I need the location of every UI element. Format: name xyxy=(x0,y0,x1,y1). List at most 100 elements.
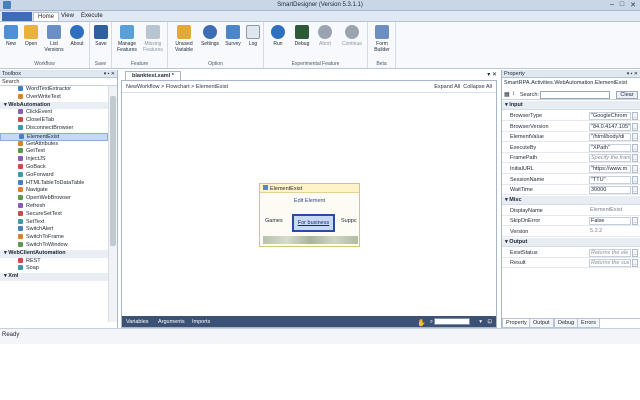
close-icon[interactable]: ▾ ✕ xyxy=(487,71,497,78)
property-value-input[interactable]: False xyxy=(589,217,631,226)
toolbox-item[interactable]: HTMLTableToDataTable xyxy=(0,180,108,188)
toolbox-category[interactable]: ▾ WebClientAutomation xyxy=(0,249,108,258)
toolbox-item[interactable]: GoBack xyxy=(0,164,108,172)
run-button[interactable]: Run xyxy=(268,25,288,47)
toolbox-item[interactable]: ElementExist xyxy=(0,132,108,141)
save-button[interactable]: Save xyxy=(93,25,109,47)
imports-tab[interactable]: Imports xyxy=(192,319,210,325)
minimize-icon[interactable]: – xyxy=(610,1,614,9)
toolbox-item[interactable]: SecureSetText xyxy=(0,211,108,219)
toolbox-item[interactable]: OpenWebBrowser xyxy=(0,195,108,203)
abort-button[interactable]: Abort xyxy=(315,25,335,47)
log-button[interactable]: Log xyxy=(245,25,261,47)
survey-icon xyxy=(226,25,240,39)
property-value-input[interactable]: "84.0.4147.105" xyxy=(589,122,631,131)
new-button[interactable]: New xyxy=(2,25,20,47)
ellipsis-button[interactable]: ... xyxy=(632,175,638,184)
toolbox-item[interactable]: CloseIETab xyxy=(0,117,108,125)
zoom-icon[interactable]: ⌕ xyxy=(430,319,433,326)
tab-output[interactable]: Output xyxy=(529,319,554,328)
toolbox-item[interactable]: WordTextExtractor xyxy=(0,86,108,94)
scroll-thumb[interactable] xyxy=(110,96,116,246)
survey-button[interactable]: Survey xyxy=(223,25,243,47)
tab-errors[interactable]: Errors xyxy=(577,319,600,328)
property-section[interactable]: ▾ Misc xyxy=(502,195,640,205)
toolbox-scrollbar[interactable] xyxy=(108,86,117,322)
ellipsis-button[interactable]: ... xyxy=(632,122,638,131)
zoom-input[interactable] xyxy=(434,318,470,325)
toolbox-item[interactable]: SetText xyxy=(0,219,108,227)
breadcrumb[interactable]: NewWorkflow > Flowchart > ElementExist xyxy=(126,84,228,90)
ellipsis-button[interactable]: ... xyxy=(632,154,638,163)
property-value-input[interactable]: Returns the ele xyxy=(589,248,631,257)
designer-canvas[interactable]: ElementExist Edit Element Games For busi… xyxy=(122,92,496,317)
toolbox-item[interactable]: DisconnectBrowser xyxy=(0,125,108,133)
toolbox-search[interactable]: Search xyxy=(0,78,117,86)
toolbox-item[interactable]: Navigate xyxy=(0,187,108,195)
toolbox-item[interactable]: OverWriteText xyxy=(0,94,108,102)
toolbox-item[interactable]: SwitchToFrame xyxy=(0,234,108,242)
tab-property[interactable]: Property xyxy=(502,319,531,328)
continue-button[interactable]: Continue xyxy=(338,25,366,47)
pin-icon[interactable]: ▾ ▪ ✕ xyxy=(104,71,115,77)
missing-features-button[interactable]: Missing Features xyxy=(141,25,165,53)
property-section[interactable]: ▾ Input xyxy=(502,101,640,110)
property-value-input[interactable]: Specify the fram xyxy=(589,154,631,163)
pin-icon[interactable]: ▾ ▪ ✕ xyxy=(627,71,638,77)
variables-tab[interactable]: Variables xyxy=(126,319,149,325)
ellipsis-button[interactable]: ... xyxy=(632,143,638,152)
close-icon[interactable]: ✕ xyxy=(630,1,636,9)
ellipsis-button[interactable]: ... xyxy=(632,248,638,257)
toolbox-item[interactable]: SwitchAlert xyxy=(0,226,108,234)
property-value-input[interactable]: "https://www.m xyxy=(589,165,631,173)
form-builder-button[interactable]: Form Builder xyxy=(371,25,393,53)
toolbox-item[interactable]: Soap xyxy=(0,265,108,273)
toolbox-category[interactable]: ▾ Xml xyxy=(0,273,108,281)
manage-features-button[interactable]: Manage Features xyxy=(115,25,139,53)
ellipsis-button[interactable]: ... xyxy=(632,112,638,120)
property-value-input[interactable]: "TTU" xyxy=(589,175,631,184)
properties-search-input[interactable] xyxy=(540,91,610,99)
ellipsis-button[interactable]: ... xyxy=(632,186,638,195)
sort-az-icon[interactable]: ↕ xyxy=(512,91,515,97)
toolbox-item[interactable]: GoForward xyxy=(0,172,108,180)
toolbox-item[interactable]: GetText xyxy=(0,148,108,156)
open-button[interactable]: Open xyxy=(22,25,40,47)
property-value-input[interactable]: Returns the sus xyxy=(589,259,631,268)
property-section[interactable]: ▾ Output xyxy=(502,237,640,247)
arguments-tab[interactable]: Arguments xyxy=(158,319,185,325)
expand-all-link[interactable]: Expand All xyxy=(434,84,460,90)
debug-button[interactable]: Debug xyxy=(291,25,313,47)
toolbox-item[interactable]: ClickEvent xyxy=(0,109,108,117)
ellipsis-button[interactable]: ... xyxy=(632,165,638,173)
property-value-input[interactable]: "GoogleChrom xyxy=(589,112,631,120)
edit-element-link[interactable]: Edit Element xyxy=(260,198,359,204)
tab-debug[interactable]: Debug xyxy=(554,319,579,328)
toolbox-category[interactable]: ▾ WebAutomation xyxy=(0,101,108,110)
settings-button[interactable]: Settings xyxy=(199,25,221,47)
toolbox-item[interactable]: GetAttributes xyxy=(0,141,108,149)
toolbox-item-label: SecureSetText xyxy=(26,210,62,217)
ellipsis-button[interactable]: ... xyxy=(632,259,638,268)
collapse-all-link[interactable]: Collapse All xyxy=(463,84,492,90)
toolbox-item[interactable]: InjectJS xyxy=(0,156,108,164)
property-value-input[interactable]: 30000 xyxy=(589,186,631,195)
categorized-icon[interactable]: ▦ xyxy=(504,91,510,98)
toolbox-item[interactable]: REST xyxy=(0,258,108,266)
property-value-input[interactable]: "XPath" xyxy=(589,143,631,152)
ellipsis-button[interactable]: ... xyxy=(632,217,638,226)
ellipsis-button[interactable]: ... xyxy=(632,133,638,142)
list-versions-button[interactable]: List Versions xyxy=(42,25,66,53)
fit-icon[interactable]: ⊡ xyxy=(487,319,492,325)
element-exist-activity[interactable]: ElementExist Edit Element Games For busi… xyxy=(259,183,360,247)
property-value-input[interactable]: "/html/body/di xyxy=(589,133,631,142)
toolbox-item[interactable]: Refresh xyxy=(0,203,108,211)
zoom-dropdown-icon[interactable]: ▾ xyxy=(479,319,482,325)
document-tab[interactable]: blanktest.xaml * xyxy=(125,71,181,80)
hand-icon[interactable]: ✋ xyxy=(417,319,426,327)
maximize-icon[interactable]: □ xyxy=(620,1,624,9)
unused-variable-button[interactable]: Unused Variable xyxy=(172,25,196,53)
about-button[interactable]: About xyxy=(68,25,86,47)
toolbox-item[interactable]: SwitchToWindow xyxy=(0,242,108,250)
clear-button[interactable]: Clear xyxy=(616,91,638,99)
